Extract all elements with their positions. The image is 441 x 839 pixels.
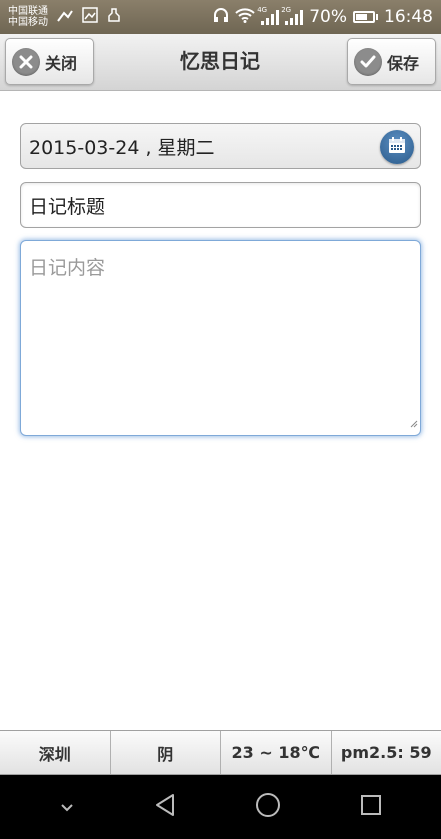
usb-debug-icon (56, 8, 74, 27)
image-icon (82, 7, 98, 27)
recents-icon[interactable] (360, 794, 382, 820)
signal-strength-icon-2: 2G (281, 6, 304, 25)
resize-grip-icon[interactable] (410, 411, 418, 433)
chevron-down-icon[interactable] (59, 798, 75, 817)
pm25-cell: pm2.5: 59 (331, 731, 441, 774)
city-cell: 深圳 (0, 731, 111, 774)
weather-info-bar: 深圳 阴 23 ~ 18℃ pm2.5: 59 (0, 730, 441, 775)
headphones-icon (213, 7, 229, 28)
diary-content-placeholder: 日记内容 (29, 257, 106, 279)
battery-icon (353, 11, 378, 23)
back-icon[interactable] (154, 793, 176, 821)
diary-title-value: 日记标题 (29, 195, 106, 218)
signal-tag-2: 2G (281, 6, 292, 14)
diary-title-input[interactable]: 日记标题 (20, 182, 421, 228)
app-header: 关闭 忆思日记 保存 (0, 34, 441, 91)
page-title: 忆思日记 (180, 49, 260, 73)
battery-percent: 70% (309, 7, 347, 27)
weather-cell: 阴 (110, 731, 221, 774)
carrier-2: 中国移动 (8, 17, 48, 28)
close-button-label: 关闭 (45, 53, 78, 73)
calendar-button[interactable] (380, 130, 414, 164)
temperature-cell: 23 ~ 18℃ (221, 731, 332, 774)
system-nav-bar (0, 775, 441, 839)
clock: 16:48 (384, 7, 433, 27)
date-value: 2015-03-24 , 星期二 (29, 136, 215, 159)
carrier-names: 中国联通 中国移动 (8, 6, 50, 28)
save-button-label: 保存 (387, 53, 420, 73)
close-icon (12, 47, 40, 76)
close-button[interactable]: 关闭 (5, 38, 94, 85)
wifi-icon (235, 7, 255, 28)
calendar-icon (388, 136, 406, 159)
clean-icon (106, 7, 122, 27)
signal-strength-icon-1: 4G (257, 6, 280, 25)
carrier-1: 中国联通 (8, 6, 48, 17)
status-bar: 中国联通 中国移动 4G 2G 70% 16:48 (0, 0, 441, 34)
diary-content-textarea[interactable]: 日记内容 (20, 240, 421, 436)
home-icon[interactable] (255, 792, 281, 822)
date-field[interactable]: 2015-03-24 , 星期二 (20, 123, 421, 169)
check-icon (354, 47, 382, 76)
signal-tag-1: 4G (257, 6, 268, 14)
save-button[interactable]: 保存 (347, 38, 436, 85)
